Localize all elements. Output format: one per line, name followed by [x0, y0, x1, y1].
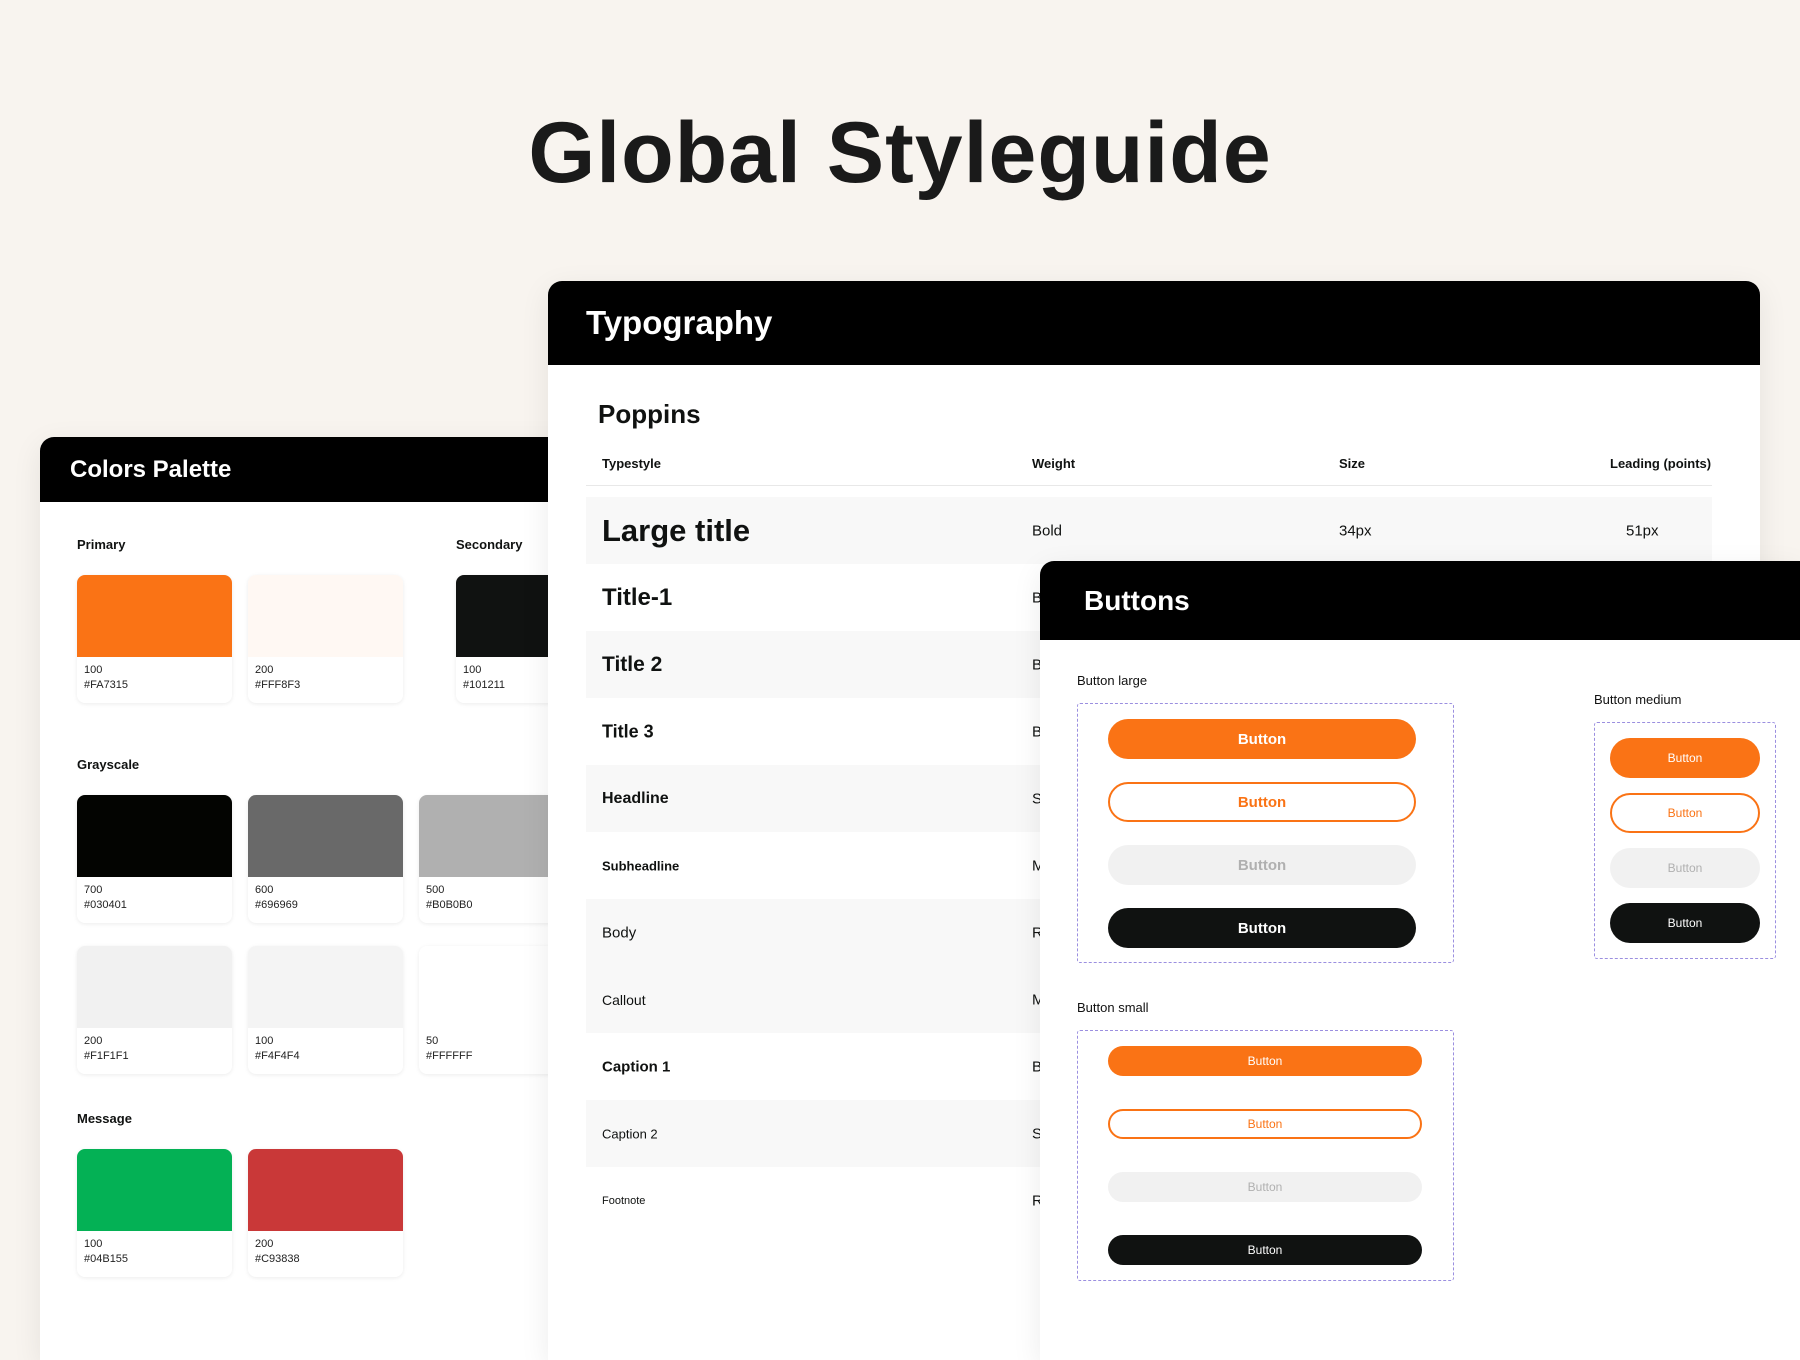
typestyle-name: Title 2 — [602, 652, 663, 676]
swatch-message-100: 100 #04B155 — [77, 1149, 232, 1277]
typestyle-name: Title 3 — [602, 721, 654, 741]
swatch-hex: #04B155 — [84, 1253, 129, 1265]
font-family-name: Poppins — [598, 399, 701, 429]
column-header-size: Size — [1339, 456, 1366, 471]
swatch-shade: 100 — [84, 664, 103, 676]
typestyle-name: Headline — [602, 789, 669, 807]
swatch-color — [77, 946, 232, 1028]
colors-palette-card: Colors Palette Primary Secondary 100 #FA7… — [40, 437, 600, 1360]
swatch-hex: #F4F4F4 — [255, 1050, 300, 1062]
swatch-grayscale-200: 200 #F1F1F1 — [77, 946, 232, 1074]
buttons-header: Buttons — [1040, 561, 1800, 640]
swatch-shade: 200 — [84, 1035, 103, 1047]
button-medium-primary[interactable]: Button — [1610, 738, 1760, 778]
typestyle-size: 34px — [1339, 522, 1372, 539]
button-large-dark[interactable]: Button — [1108, 908, 1416, 948]
button-large-disabled[interactable]: Button — [1108, 845, 1416, 885]
typestyle-name: Footnote — [602, 1194, 646, 1207]
swatch-color — [248, 575, 403, 657]
column-header-typestyle: Typestyle — [602, 456, 662, 471]
button-small-primary[interactable]: Button — [1108, 1046, 1422, 1076]
button-small-dark[interactable]: Button — [1108, 1235, 1422, 1265]
swatch-color — [248, 1149, 403, 1231]
typestyle-name: Subheadline — [602, 858, 680, 873]
typestyle-leading: 51px — [1626, 522, 1659, 539]
column-header-weight: Weight — [1032, 456, 1076, 471]
buttons-card: Buttons Button large Button Button Butto… — [1040, 561, 1800, 1360]
typestyle-name: Caption 2 — [602, 1126, 658, 1141]
primary-label: Primary — [77, 537, 126, 552]
swatch-hex: #696969 — [255, 899, 298, 911]
typestyle-weight: Bold — [1032, 522, 1063, 539]
typestyle-name: Large title — [602, 512, 751, 548]
table-row: Large title Bold 34px 51px — [586, 497, 1712, 564]
typestyle-name: Callout — [602, 991, 646, 1008]
button-large-label: Button large — [1077, 673, 1148, 688]
swatch-shade: 500 — [426, 884, 445, 896]
typography-header: Typography — [548, 281, 1760, 365]
colors-palette-header: Colors Palette — [40, 437, 600, 502]
button-small-label: Button small — [1077, 1000, 1149, 1015]
swatch-shade: 50 — [426, 1035, 439, 1047]
swatch-color — [248, 795, 403, 877]
table-divider — [586, 485, 1712, 486]
swatch-shade: 100 — [255, 1035, 274, 1047]
typestyle-name: Caption 1 — [602, 1058, 671, 1075]
swatch-shade: 700 — [84, 884, 103, 896]
secondary-label: Secondary — [456, 537, 523, 552]
page-title: Global Styleguide — [528, 105, 1272, 201]
swatch-message-200: 200 #C93838 — [248, 1149, 403, 1277]
column-header-leading: Leading (points) — [1610, 456, 1712, 471]
button-large-primary[interactable]: Button — [1108, 719, 1416, 759]
swatch-shade: 200 — [255, 664, 274, 676]
swatch-hex: #C93838 — [255, 1253, 300, 1265]
swatch-hex: #FFF8F3 — [255, 679, 301, 691]
swatch-hex: #FFFFFF — [426, 1050, 473, 1062]
swatch-color — [77, 795, 232, 877]
swatch-color — [77, 1149, 232, 1231]
button-medium-disabled[interactable]: Button — [1610, 848, 1760, 888]
button-small-disabled[interactable]: Button — [1108, 1172, 1422, 1202]
swatch-grayscale-100: 100 #F4F4F4 — [248, 946, 403, 1074]
swatch-hex: #B0B0B0 — [426, 899, 473, 911]
swatch-grayscale-700: 700 #030401 — [77, 795, 232, 923]
grayscale-label: Grayscale — [77, 757, 140, 772]
swatch-hex: #FA7315 — [84, 679, 129, 691]
message-label: Message — [77, 1111, 132, 1126]
swatch-primary-100: 100 #FA7315 — [77, 575, 232, 703]
swatch-color — [248, 946, 403, 1028]
button-medium-label: Button medium — [1594, 692, 1682, 707]
button-medium-dark[interactable]: Button — [1610, 903, 1760, 943]
swatch-hex: #F1F1F1 — [84, 1050, 129, 1062]
button-large-outline[interactable]: Button — [1108, 782, 1416, 822]
button-small-outline[interactable]: Button — [1108, 1109, 1422, 1139]
typestyle-name: Body — [602, 924, 637, 941]
swatch-shade: 200 — [255, 1238, 274, 1250]
typestyle-name: Title-1 — [602, 583, 673, 611]
button-medium-outline[interactable]: Button — [1610, 793, 1760, 833]
swatch-shade: 100 — [84, 1238, 103, 1250]
swatch-primary-200: 200 #FFF8F3 — [248, 575, 403, 703]
swatch-color — [77, 575, 232, 657]
swatch-grayscale-600: 600 #696969 — [248, 795, 403, 923]
swatch-shade: 600 — [255, 884, 274, 896]
swatch-hex: #030401 — [84, 899, 127, 911]
